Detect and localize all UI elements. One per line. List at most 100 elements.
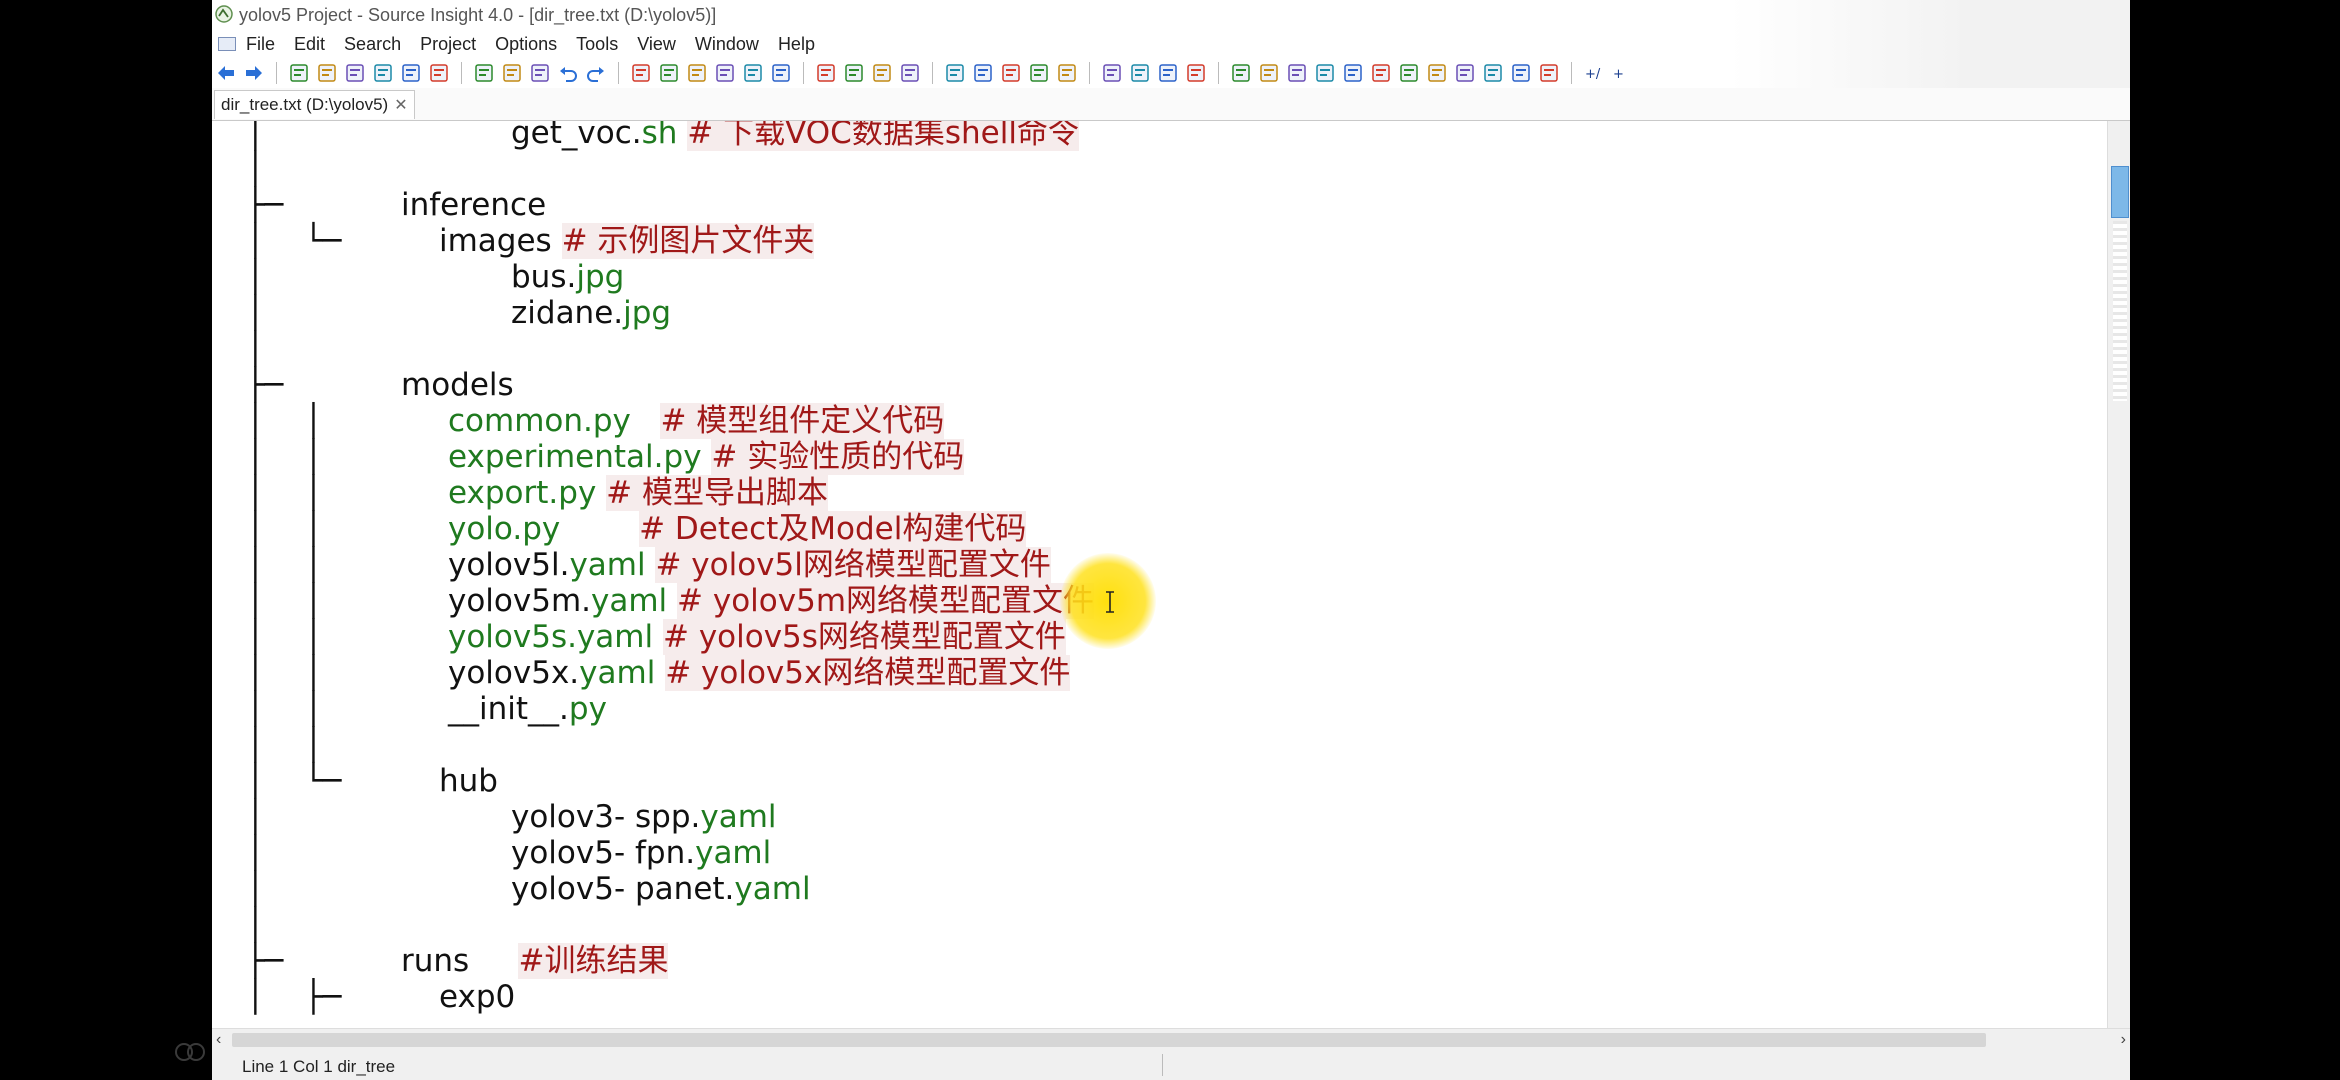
save-all-icon[interactable] xyxy=(372,62,394,84)
tab-dir-tree[interactable]: dir_tree.txt (D:\yolov5) ✕ xyxy=(214,90,415,119)
code-line[interactable]: yolov5l.yaml # yolov5l网络模型配置文件 xyxy=(448,547,1051,583)
code-line[interactable]: experimental.py # 实验性质的代码 xyxy=(448,439,965,475)
code-line[interactable]: get_voc.sh # 下载VOC数据集shell命令 xyxy=(511,121,1079,151)
menu-window[interactable]: Window xyxy=(695,30,759,58)
code-line[interactable]: yolov5- panet.yaml xyxy=(511,871,811,907)
code-line[interactable]: export.py # 模型导出脚本 xyxy=(448,475,828,511)
horizontal-scroll-thumb[interactable] xyxy=(232,1033,1986,1047)
code-line[interactable]: images # 示例图片文件夹 xyxy=(439,223,815,259)
horizontal-scrollbar[interactable]: ‹ › xyxy=(212,1028,2130,1051)
panel-2-icon[interactable] xyxy=(1258,62,1280,84)
search-files-icon[interactable] xyxy=(630,62,652,84)
editor-gutter xyxy=(212,121,230,1028)
code-line[interactable]: yolov5- fpn.yaml xyxy=(511,835,771,871)
vertical-scroll-thumb[interactable] xyxy=(2111,166,2129,218)
forward-arrow-icon[interactable] xyxy=(243,62,265,84)
panel-1-icon[interactable] xyxy=(1230,62,1252,84)
plain-text: exp0 xyxy=(439,979,516,1015)
code-line[interactable]: common.py # 模型组件定义代码 xyxy=(448,403,945,439)
undo-icon[interactable] xyxy=(557,62,579,84)
bookmark-list-icon[interactable] xyxy=(899,62,921,84)
code-line[interactable]: yolov5x.yaml # yolov5x网络模型配置文件 xyxy=(448,655,1071,691)
panel-7-icon[interactable] xyxy=(1398,62,1420,84)
menu-options[interactable]: Options xyxy=(495,30,557,58)
cut-icon[interactable] xyxy=(473,62,495,84)
lookup-icon[interactable] xyxy=(686,62,708,84)
editor-pane[interactable]: │ get_voc.sh # 下载VOC数据集shell命令 │ ├─ inferenc… xyxy=(212,121,2107,1028)
code-area[interactable]: │ get_voc.sh # 下载VOC数据集shell命令 │ ├─ inferenc… xyxy=(246,121,2096,1028)
plain-text: runs xyxy=(401,943,470,979)
menu-file[interactable]: File xyxy=(246,30,275,58)
panel-8-icon[interactable] xyxy=(1426,62,1448,84)
panel-4-icon-glyph xyxy=(1316,64,1334,82)
code-line[interactable]: __init__.py xyxy=(448,691,607,727)
layout-3-icon[interactable] xyxy=(1157,62,1179,84)
code-line[interactable]: exp0 xyxy=(439,979,515,1015)
back-arrow-icon[interactable] xyxy=(215,62,237,84)
panel-5-icon[interactable] xyxy=(1342,62,1364,84)
menu-project[interactable]: Project xyxy=(420,30,476,58)
sync-icon[interactable] xyxy=(1056,62,1078,84)
menu-view[interactable]: View xyxy=(637,30,676,58)
code-line[interactable]: zidane.jpg xyxy=(511,295,671,331)
panel-6-icon[interactable] xyxy=(1370,62,1392,84)
jump-icon[interactable] xyxy=(658,62,680,84)
browse-icon[interactable] xyxy=(770,62,792,84)
code-line[interactable]: bus.jpg xyxy=(511,259,624,295)
menu-edit[interactable]: Edit xyxy=(294,30,325,58)
zoom-in-icon[interactable]: + xyxy=(1611,62,1633,84)
open-folder-icon[interactable] xyxy=(316,62,338,84)
save-icon[interactable] xyxy=(344,62,366,84)
filename-highlight: yaml xyxy=(734,871,811,907)
panel-11-icon[interactable] xyxy=(1510,62,1532,84)
code-line[interactable]: hub xyxy=(439,763,498,799)
symbol-window-icon[interactable] xyxy=(944,62,966,84)
panel-11-icon-glyph xyxy=(1512,64,1530,82)
menu-help[interactable]: Help xyxy=(778,30,815,58)
new-file-icon[interactable] xyxy=(288,62,310,84)
plain-text xyxy=(469,943,518,979)
code-line[interactable]: yolov5s.yaml # yolov5s网络模型配置文件 xyxy=(448,619,1066,655)
menu-search[interactable]: Search xyxy=(344,30,401,58)
scroll-right-icon[interactable]: › xyxy=(2121,1029,2126,1051)
menu-tools[interactable]: Tools xyxy=(576,30,618,58)
replace-icon[interactable] xyxy=(742,62,764,84)
filename-highlight: yaml xyxy=(695,835,772,871)
code-line[interactable]: yolo.py # Detect及Model构建代码 xyxy=(448,511,1027,547)
code-line[interactable]: runs #训练结果 xyxy=(401,943,669,979)
panel-3-icon[interactable] xyxy=(1286,62,1308,84)
zoom-out-icon[interactable]: +/ xyxy=(1583,62,1605,84)
tree-branch: │ │ xyxy=(246,511,323,547)
find-icon[interactable] xyxy=(714,62,736,84)
paste-icon[interactable] xyxy=(529,62,551,84)
print-icon-glyph xyxy=(430,64,448,82)
panel-9-icon-glyph xyxy=(1456,64,1474,82)
tab-close-icon[interactable]: ✕ xyxy=(394,97,407,114)
bookmark-prev-icon[interactable] xyxy=(871,62,893,84)
code-line[interactable]: yolov5m.yaml # yolov5m网络模型配置文件 xyxy=(448,583,1095,619)
vertical-scrollbar[interactable] xyxy=(2107,121,2130,1028)
code-line[interactable]: yolov3- spp.yaml xyxy=(511,799,777,835)
code-line[interactable]: inference xyxy=(401,187,546,223)
code-line[interactable]: models xyxy=(401,367,514,403)
project-window-icon[interactable] xyxy=(1028,62,1050,84)
print-icon[interactable] xyxy=(428,62,450,84)
panel-10-icon[interactable] xyxy=(1482,62,1504,84)
plain-text: yolov5- panet. xyxy=(511,871,735,907)
redo-icon[interactable] xyxy=(585,62,607,84)
save-as-icon[interactable] xyxy=(400,62,422,84)
panel-4-icon[interactable] xyxy=(1314,62,1336,84)
layout-4-icon[interactable] xyxy=(1185,62,1207,84)
panel-9-icon[interactable] xyxy=(1454,62,1476,84)
plain-text xyxy=(596,475,606,511)
bookmark-next-icon[interactable] xyxy=(843,62,865,84)
bookmark-icon[interactable] xyxy=(815,62,837,84)
relation-window-icon[interactable] xyxy=(972,62,994,84)
context-window-icon[interactable] xyxy=(1000,62,1022,84)
copy-icon[interactable] xyxy=(501,62,523,84)
document-menu-icon[interactable] xyxy=(218,37,236,51)
layout-1-icon[interactable] xyxy=(1101,62,1123,84)
scroll-left-icon[interactable]: ‹ xyxy=(216,1029,221,1051)
panel-12-icon[interactable] xyxy=(1538,62,1560,84)
layout-2-icon[interactable] xyxy=(1129,62,1151,84)
